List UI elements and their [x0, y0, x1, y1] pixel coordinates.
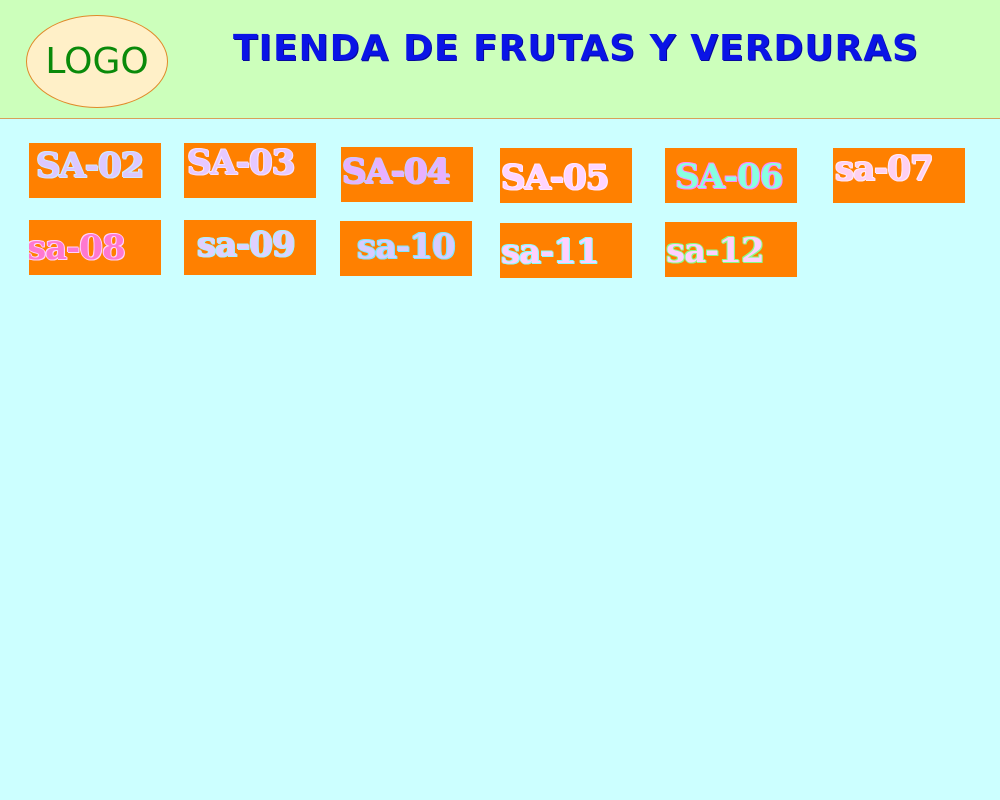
- header: LOGO TIENDA DE FRUTAS Y VERDURAS: [0, 0, 1000, 119]
- product-tile-sa-10[interactable]: sa-10: [340, 221, 472, 276]
- product-tile-sa-12[interactable]: sa-12: [665, 222, 797, 277]
- product-tile-sa-03[interactable]: SA-03: [184, 143, 316, 198]
- product-tile-label: sa-07: [835, 149, 934, 189]
- product-tile-sa-08[interactable]: sa-08: [29, 220, 161, 275]
- product-tile-sa-07[interactable]: sa-07: [833, 148, 965, 203]
- product-tile-label: SA-06: [675, 157, 783, 197]
- product-tile-label: SA-02: [36, 146, 144, 186]
- product-tile-sa-02[interactable]: SA-02: [29, 143, 161, 198]
- product-tile-label: sa-12: [666, 231, 765, 271]
- page-title: TIENDA DE FRUTAS Y VERDURAS: [233, 28, 919, 69]
- logo-text: LOGO: [45, 41, 149, 82]
- logo[interactable]: LOGO: [26, 15, 168, 108]
- product-tile-label: SA-04: [342, 152, 450, 192]
- product-tile-label: sa-09: [197, 225, 296, 265]
- product-tile-sa-09[interactable]: sa-09: [184, 220, 316, 275]
- product-tile-label: SA-03: [187, 143, 295, 183]
- product-tile-sa-11[interactable]: sa-11: [500, 223, 632, 278]
- product-tile-label: sa-10: [357, 227, 456, 267]
- product-tile-sa-05[interactable]: SA-05: [500, 148, 632, 203]
- product-tile-label: SA-05: [501, 158, 609, 198]
- product-tile-sa-06[interactable]: SA-06: [665, 148, 797, 203]
- product-tile-label: sa-08: [29, 228, 126, 268]
- product-tile-sa-04[interactable]: SA-04: [341, 147, 473, 202]
- product-tile-label: sa-11: [501, 232, 600, 272]
